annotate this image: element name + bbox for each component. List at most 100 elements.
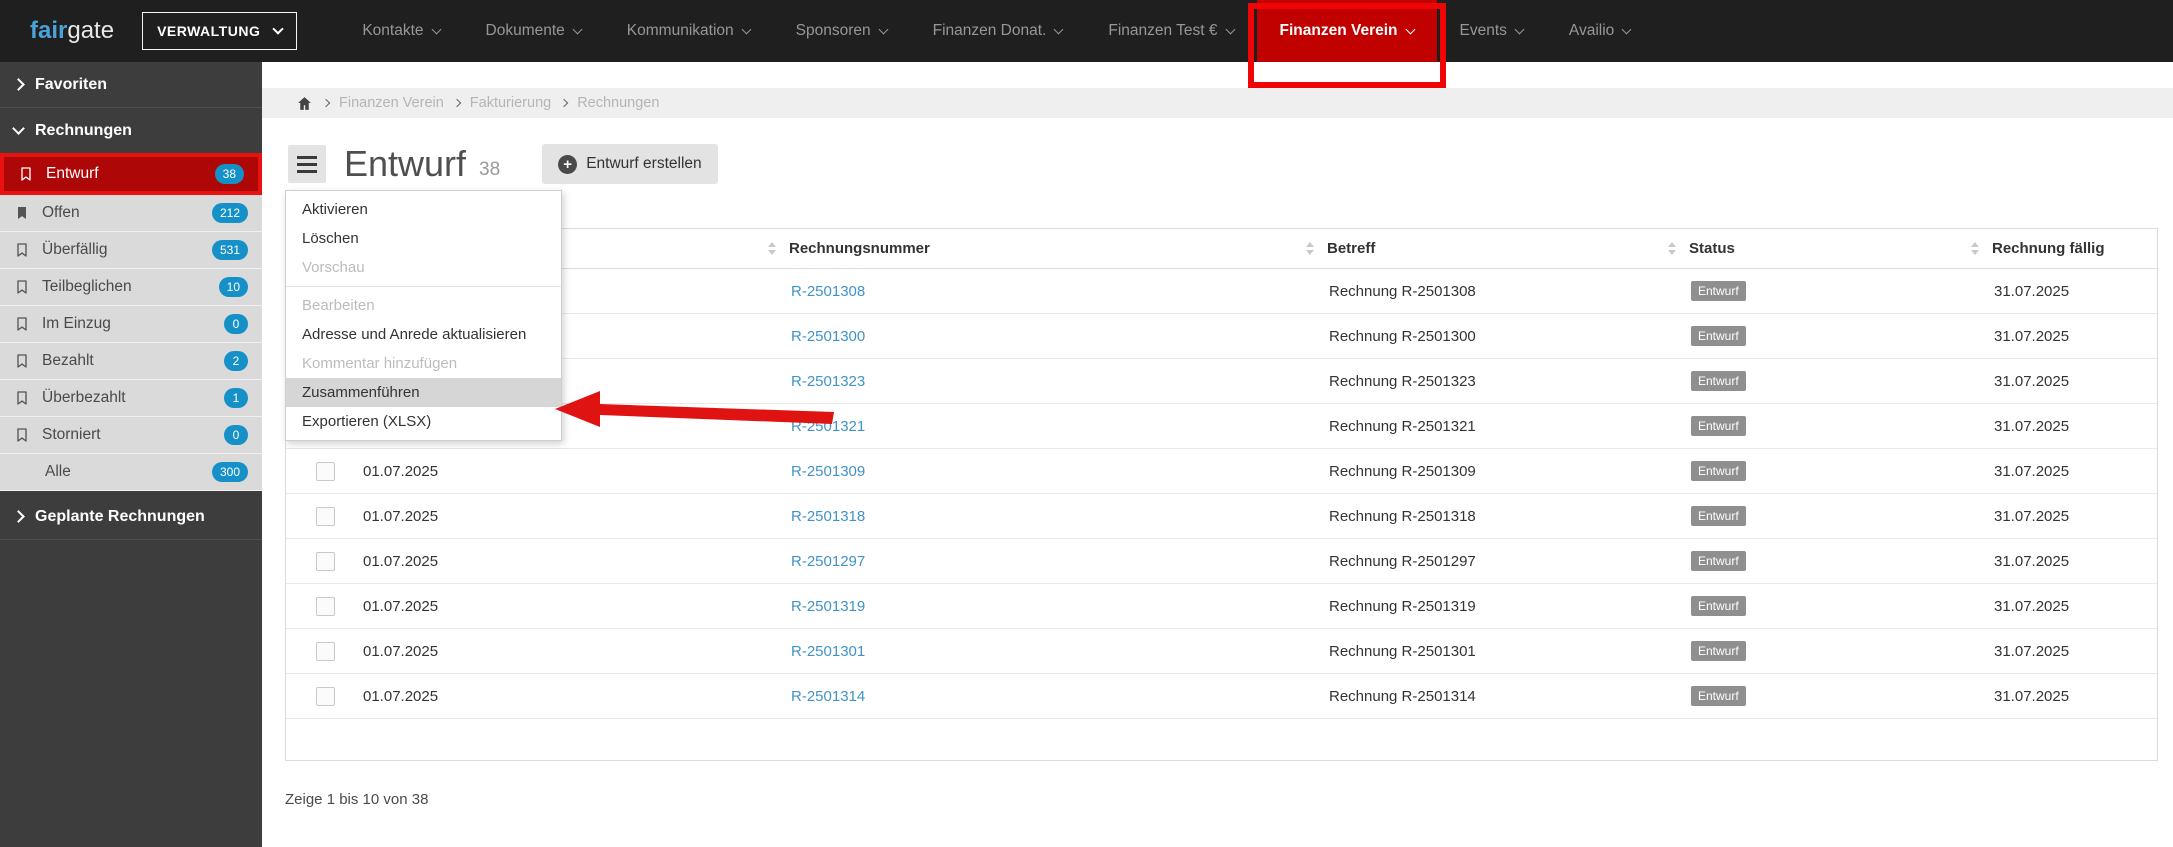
invoice-number-cell: R-2501308 — [791, 283, 1311, 300]
invoice-number-link[interactable]: R-2501323 — [791, 373, 865, 390]
sidebar-section-favoriten[interactable]: Favoriten — [0, 62, 262, 107]
sidebar-item-entwurf[interactable]: Entwurf 38 — [0, 153, 262, 195]
table-row: 01.07.2025 R-2501301 Rechnung R-2501301 Ent… — [286, 629, 2157, 674]
invoice-status-cell: Entwurf — [1656, 461, 1969, 481]
header-betreff[interactable]: Betreff — [1306, 240, 1656, 257]
row-checkbox[interactable] — [316, 596, 335, 616]
nav-item-finanzen-donat[interactable]: Finanzen Donat. — [910, 0, 1086, 62]
invoice-number-link[interactable]: R-2501301 — [791, 643, 865, 660]
sidebar-section-rechnungen[interactable]: Rechnungen — [0, 108, 262, 153]
table-empty-strip — [286, 719, 2157, 760]
invoice-number-link[interactable]: R-2501318 — [791, 508, 865, 525]
nav-item-kommunikation[interactable]: Kommunikation — [604, 0, 773, 62]
column-label: Rechnung fällig — [1992, 240, 2105, 257]
table-row: 01.07.2025 R-2501319 Rechnung R-2501319 Ent… — [286, 584, 2157, 629]
invoice-number-link[interactable]: R-2501297 — [791, 553, 865, 570]
row-select-cell — [286, 686, 351, 706]
sidebar-item-alle[interactable]: Alle 300 — [0, 454, 262, 491]
sidebar-section-geplante-rechnungen[interactable]: Geplante Rechnungen — [0, 494, 262, 539]
workspace-selector[interactable]: VERWALTUNG — [142, 12, 298, 50]
breadcrumb-item-fakturierung[interactable]: Fakturierung — [470, 95, 551, 111]
header-status[interactable]: Status — [1656, 240, 1969, 257]
sidebar-item-offen[interactable]: Offen 212 — [0, 195, 262, 232]
nav-item-finanzen-test[interactable]: Finanzen Test € — [1085, 0, 1256, 62]
sidebar-item-label: Im Einzug — [42, 315, 111, 332]
chevron-down-icon — [1053, 24, 1064, 34]
sidebar-item-im-einzug[interactable]: Im Einzug 0 — [0, 306, 262, 343]
chevron-down-icon — [741, 24, 752, 34]
invoice-number-link[interactable]: R-2501314 — [791, 688, 865, 705]
sidebar-item-überfällig[interactable]: Überfällig 531 — [0, 232, 262, 269]
sidebar-item-überbezahlt[interactable]: Überbezahlt 1 — [0, 380, 262, 417]
table-body: 01.07.2025 R-2501308 Rechnung R-2501308 Ent… — [286, 269, 2157, 719]
header-rechnung-faellig[interactable]: Rechnung fällig — [1969, 240, 2159, 257]
status-badge: Entwurf — [1691, 371, 1746, 391]
invoice-due-cell: 31.07.2025 — [1994, 507, 2070, 525]
breadcrumb-item-finanzen-verein[interactable]: Finanzen Verein — [339, 95, 444, 111]
chevron-down-icon — [1514, 24, 1525, 34]
row-select-cell — [286, 596, 351, 616]
invoice-number-link[interactable]: R-2501309 — [791, 463, 865, 480]
menu-item-kommentar-hinzufügen: Kommentar hinzufügen — [302, 355, 458, 372]
invoice-subject-cell: Rechnung R-2501300 — [1329, 327, 1476, 345]
pagination-summary: Zeige 1 bis 10 von 38 — [285, 791, 429, 808]
sort-icon[interactable] — [768, 242, 776, 255]
menu-item-löschen[interactable]: Löschen — [286, 224, 561, 253]
invoice-number-link[interactable]: R-2501321 — [791, 418, 865, 435]
create-draft-button[interactable]: Entwurf erstellen — [542, 144, 718, 184]
row-checkbox[interactable] — [316, 461, 335, 481]
invoice-number-cell: R-2501323 — [791, 373, 1311, 390]
sidebar-section-label: Rechnungen — [35, 121, 132, 139]
menu-item-zusammenführen[interactable]: Zusammenführen — [286, 378, 561, 407]
invoice-date-cell: 01.07.2025 — [363, 507, 439, 525]
table-row: 01.07.2025R-2501321Rechnung R-2501321Ent… — [286, 404, 2157, 449]
invoice-number-link[interactable]: R-2501319 — [791, 598, 865, 615]
status-badge: Entwurf — [1691, 281, 1746, 301]
sort-icon[interactable] — [1971, 242, 1979, 255]
nav-item-sponsoren[interactable]: Sponsoren — [773, 0, 910, 62]
list-actions-menu-button[interactable] — [288, 145, 326, 183]
sidebar-item-bezahlt[interactable]: Bezahlt 2 — [0, 343, 262, 380]
row-checkbox[interactable] — [316, 551, 335, 571]
count-badge: 10 — [218, 277, 248, 297]
row-checkbox[interactable] — [316, 686, 335, 706]
nav-item-availio[interactable]: Availio — [1546, 0, 1653, 62]
invoice-number-link[interactable]: R-2501300 — [791, 328, 865, 345]
status-badge: Entwurf — [1691, 596, 1746, 616]
sidebar-item-label: Bezahlt — [42, 352, 94, 369]
main-content: Finanzen Verein Fakturierung Rechnungen En… — [262, 62, 2173, 847]
menu-item-adresse-und-anrede-aktualisieren[interactable]: Adresse und Anrede aktualisieren — [286, 320, 561, 349]
nav-item-events[interactable]: Events — [1437, 0, 1546, 62]
row-checkbox[interactable] — [316, 506, 335, 526]
breadcrumb-item-rechnungen[interactable]: Rechnungen — [577, 95, 659, 111]
table-row: 01.07.2025R-2501323Rechnung R-2501323Ent… — [286, 359, 2157, 404]
status-badge: Entwurf — [1691, 641, 1746, 661]
column-label: Betreff — [1327, 240, 1376, 257]
sidebar-item-teilbeglichen[interactable]: Teilbeglichen 10 — [0, 269, 262, 306]
sort-icon[interactable] — [1668, 242, 1676, 255]
fairgate-logo[interactable]: fairgate — [30, 17, 114, 45]
sidebar-item-label: Teilbeglichen — [42, 278, 132, 295]
sidebar-item-storniert[interactable]: Storniert 0 — [0, 417, 262, 454]
invoice-number-cell: R-2501300 — [791, 328, 1311, 345]
menu-divider — [286, 286, 561, 287]
nav-item-finanzen-verein[interactable]: Finanzen Verein — [1247, 0, 1446, 88]
nav-item-kontakte[interactable]: Kontakte — [339, 0, 462, 62]
home-icon[interactable] — [296, 95, 313, 112]
invoice-number-link[interactable]: R-2501308 — [791, 283, 865, 300]
header-rechnungsnummer[interactable]: Rechnungsnummer — [768, 240, 1311, 257]
table-row: 01.07.2025 R-2501314 Rechnung R-2501314 Ent… — [286, 674, 2157, 719]
row-checkbox[interactable] — [316, 641, 335, 661]
sort-icon[interactable] — [1306, 242, 1314, 255]
nav-item-label: Finanzen Verein — [1279, 22, 1398, 39]
count-badge: 300 — [211, 462, 248, 482]
page-title: Entwurf — [344, 143, 467, 184]
menu-item-exportieren-xlsx[interactable]: Exportieren (XLSX) — [286, 407, 561, 436]
menu-item-bearbeiten: Bearbeiten — [302, 297, 375, 314]
menu-item-aktivieren[interactable]: Aktivieren — [286, 195, 561, 224]
invoice-date-cell: 01.07.2025 — [363, 597, 439, 615]
nav-item-dokumente[interactable]: Dokumente — [463, 0, 604, 62]
invoice-date-cell: 01.07.2025 — [363, 687, 439, 705]
nav-item-label: Kommunikation — [626, 22, 734, 39]
invoice-subject-cell: Rechnung R-2501301 — [1329, 642, 1476, 660]
